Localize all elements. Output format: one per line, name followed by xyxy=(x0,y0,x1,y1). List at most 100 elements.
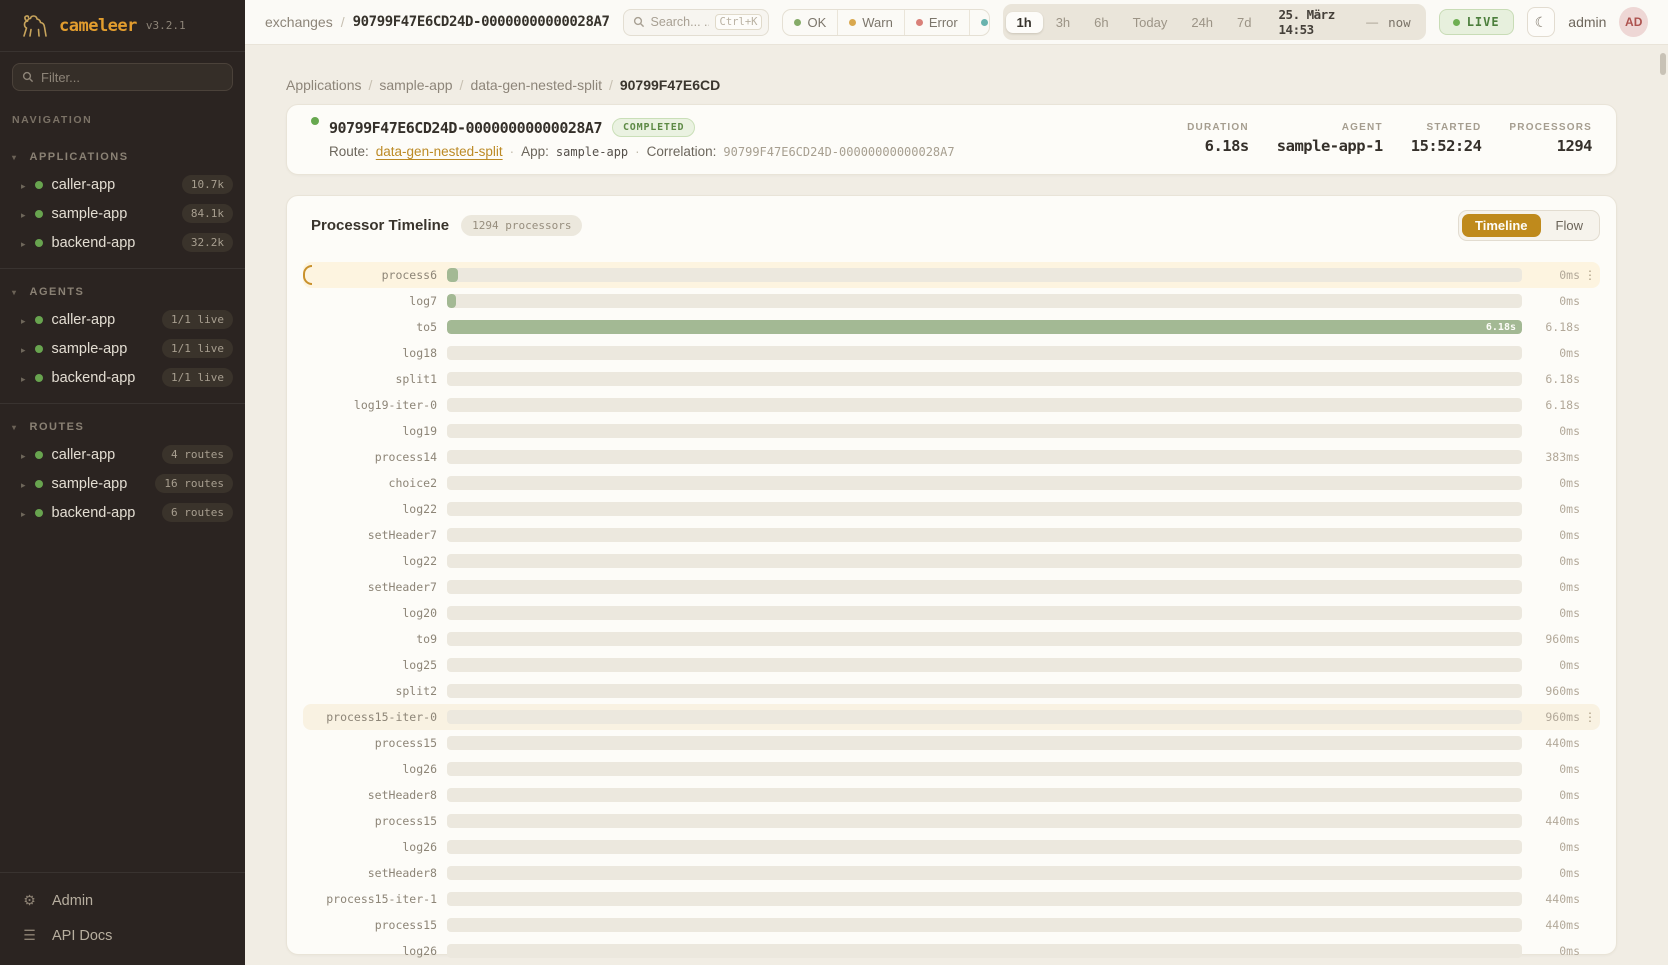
timeline-row[interactable]: log260ms xyxy=(303,756,1600,782)
processor-name: log20 xyxy=(303,606,447,620)
status-filter-error[interactable]: Error xyxy=(904,10,969,35)
timeline-row[interactable]: split16.18s xyxy=(303,366,1600,392)
app-logo[interactable]: cameleer v3.2.1 xyxy=(0,0,245,52)
sidebar-item-backend-app[interactable]: backend-app1/1 live xyxy=(0,363,245,392)
timeline-row[interactable]: process15 440ms xyxy=(303,912,1600,938)
processor-name: process15 xyxy=(303,918,447,932)
range-3h[interactable]: 3h xyxy=(1045,12,1081,33)
row-menu-button[interactable] xyxy=(1580,710,1600,724)
row-duration: 383ms xyxy=(1530,450,1580,464)
app-version: v3.2.1 xyxy=(146,19,186,32)
live-indicator[interactable]: LIVE xyxy=(1439,9,1514,35)
timeline-row[interactable]: process15-iter-0960ms xyxy=(303,704,1600,730)
camel-logo-icon xyxy=(20,12,50,39)
view-toggle-flow[interactable]: Flow xyxy=(1543,214,1596,237)
sidebar-item-backend-app[interactable]: backend-app6 routes xyxy=(0,498,245,527)
route-link[interactable]: data-gen-nested-split xyxy=(376,144,503,159)
avatar[interactable]: AD xyxy=(1619,7,1648,37)
correlation-value: 90799F47E6CD24D-00000000000028A7 xyxy=(723,145,954,159)
time-range-end[interactable]: now xyxy=(1384,15,1423,30)
timeline-row[interactable]: split2960ms xyxy=(303,678,1600,704)
range-24h[interactable]: 24h xyxy=(1180,12,1224,33)
breadcrumb-separator: / xyxy=(341,14,345,30)
section-header[interactable]: ROUTES xyxy=(0,414,245,440)
timeline-row[interactable]: to56.18s6.18s xyxy=(303,314,1600,340)
breadcrumb-link[interactable]: data-gen-nested-split xyxy=(470,77,602,93)
timeline-row[interactable]: log260ms xyxy=(303,938,1600,964)
filter-label: OK xyxy=(807,15,826,30)
timeline-row[interactable]: process60ms xyxy=(303,262,1600,288)
processor-name: process15 xyxy=(303,736,447,750)
timeline-row[interactable]: log220ms xyxy=(303,548,1600,574)
timeline-row[interactable]: log70ms xyxy=(303,288,1600,314)
row-menu-button[interactable] xyxy=(1580,268,1600,282)
timeline-row[interactable]: process15440ms xyxy=(303,730,1600,756)
section-header[interactable]: APPLICATIONS xyxy=(0,144,245,170)
page-scrollbar[interactable] xyxy=(1660,53,1666,75)
duration-bar-track xyxy=(447,424,1522,438)
timeline-row[interactable]: log200ms xyxy=(303,600,1600,626)
section-header[interactable]: AGENTS xyxy=(0,279,245,305)
time-range-dash: — xyxy=(1362,15,1382,29)
sidebar-item-sample-app[interactable]: sample-app84.1k xyxy=(0,199,245,228)
timeline-row[interactable]: log220ms xyxy=(303,496,1600,522)
status-dot-icon xyxy=(35,181,43,189)
panel-title: Processor Timeline xyxy=(311,217,449,234)
row-duration: 440ms xyxy=(1530,918,1580,932)
breadcrumb-link[interactable]: sample-app xyxy=(379,77,452,93)
range-7d[interactable]: 7d xyxy=(1226,12,1262,33)
timeline-row[interactable]: log260ms xyxy=(303,834,1600,860)
timeline-row[interactable]: setHeader70ms xyxy=(303,522,1600,548)
timeline-row[interactable]: log19-iter-06.18s xyxy=(303,392,1600,418)
sidebar-item-caller-app[interactable]: caller-app4 routes xyxy=(0,440,245,469)
timeline-row[interactable]: process15440ms xyxy=(303,808,1600,834)
processor-name: log22 xyxy=(303,554,447,568)
sidebar-item-caller-app[interactable]: caller-app10.7k xyxy=(0,170,245,199)
item-badge: 6 routes xyxy=(162,503,233,522)
status-filter-extra[interactable] xyxy=(969,10,990,35)
breadcrumb-exchange-id: 90799F47E6CD24D-00000000000028A7 xyxy=(353,14,610,30)
timeline-row[interactable]: process15-iter-1440ms xyxy=(303,886,1600,912)
range-today[interactable]: Today xyxy=(1122,12,1179,33)
section-label: AGENTS xyxy=(30,286,85,298)
exchange-id: 90799F47E6CD24D-00000000000028A7 xyxy=(329,119,602,137)
search-box[interactable]: Ctrl+K xyxy=(623,9,770,36)
sidebar-item-sample-app[interactable]: sample-app1/1 live xyxy=(0,334,245,363)
timeline-row[interactable]: choice20ms xyxy=(303,470,1600,496)
time-range-start[interactable]: 25. März 14:53 xyxy=(1265,7,1361,37)
row-duration: 440ms xyxy=(1530,892,1580,906)
row-duration: 0ms xyxy=(1530,762,1580,776)
sidebar-filter[interactable] xyxy=(12,63,233,91)
sidebar-item-caller-app[interactable]: caller-app1/1 live xyxy=(0,305,245,334)
search-input[interactable] xyxy=(651,15,709,29)
range-6h[interactable]: 6h xyxy=(1083,12,1119,33)
timeline-row[interactable]: log250ms xyxy=(303,652,1600,678)
timeline-row[interactable]: setHeader80ms xyxy=(303,782,1600,808)
status-filter-ok[interactable]: OK xyxy=(783,10,837,35)
range-1h[interactable]: 1h xyxy=(1006,12,1043,33)
footer-item-api-docs[interactable]: API Docs xyxy=(0,918,245,953)
timeline-row[interactable]: log180ms xyxy=(303,340,1600,366)
timeline-row[interactable]: process14383ms xyxy=(303,444,1600,470)
filter-input[interactable] xyxy=(41,70,223,85)
timeline-row[interactable]: log190ms xyxy=(303,418,1600,444)
sidebar-item-sample-app[interactable]: sample-app16 routes xyxy=(0,469,245,498)
footer-item-admin[interactable]: Admin xyxy=(0,883,245,918)
processor-name: process6 xyxy=(303,268,447,282)
timeline-row[interactable]: setHeader70ms xyxy=(303,574,1600,600)
meta-separator xyxy=(635,144,640,159)
breadcrumb-link[interactable]: Applications xyxy=(286,77,362,93)
row-duration: 6.18s xyxy=(1530,320,1580,334)
breadcrumb-exchanges-link[interactable]: exchanges xyxy=(265,14,333,30)
item-badge: 1/1 live xyxy=(162,368,233,387)
sidebar-item-backend-app[interactable]: backend-app32.2k xyxy=(0,228,245,257)
duration-bar-track xyxy=(447,450,1522,464)
theme-toggle-button[interactable] xyxy=(1527,7,1556,37)
processor-timeline-panel: Processor Timeline 1294 processors Timel… xyxy=(286,195,1617,955)
timeline-row[interactable]: to9960ms xyxy=(303,626,1600,652)
status-filter-warn[interactable]: Warn xyxy=(837,10,904,35)
timeline-row[interactable]: setHeader80ms xyxy=(303,860,1600,886)
view-toggle-timeline[interactable]: Timeline xyxy=(1462,214,1541,237)
stat-agent: AGENTsample-app-1 xyxy=(1277,122,1383,155)
duration-bar-track xyxy=(447,294,1522,308)
